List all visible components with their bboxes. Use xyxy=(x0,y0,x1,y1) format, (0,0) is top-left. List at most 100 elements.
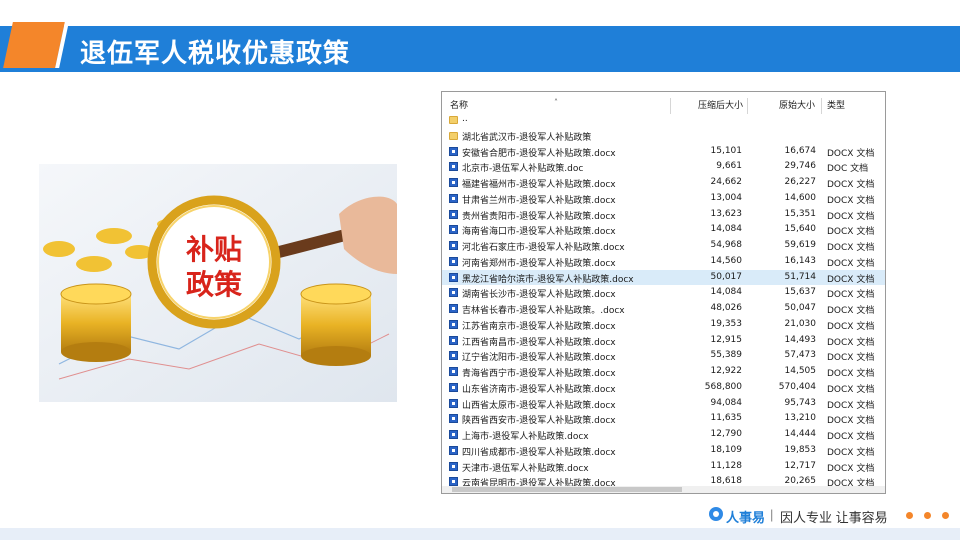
file-row[interactable]: 湖北省武汉市-退役军人补贴政策 xyxy=(442,128,885,144)
file-original-size: 51,714 xyxy=(784,271,817,282)
word-doc-icon xyxy=(449,319,458,329)
file-row[interactable]: 海南省海口市-退役军人补贴政策.docx 14,084 15,640 DOCX 文档 xyxy=(442,222,885,238)
file-row[interactable]: 辽宁省沈阳市-退役军人补贴政策.docx 55,389 57,473 DOCX 文档 xyxy=(442,348,885,364)
file-row[interactable]: 山西省太原市-退役军人补贴政策.docx 94,084 95,743 DOCX 文档 xyxy=(442,396,885,412)
file-compressed-size: 54,968 xyxy=(710,240,743,250)
scrollbar-thumb[interactable] xyxy=(452,487,682,492)
file-original-size: 29,746 xyxy=(784,161,817,172)
file-type: DOCX 文档 xyxy=(827,321,875,332)
file-original-size: 15,637 xyxy=(784,287,817,298)
file-compressed-size: 11,635 xyxy=(710,413,743,424)
file-compressed-size: 55,389 xyxy=(710,350,743,361)
word-doc-icon xyxy=(449,146,458,156)
file-name: 安徽省合肥市-退役军人补贴政策.docx xyxy=(462,148,616,159)
file-compressed-size: 14,084 xyxy=(710,224,743,235)
file-type: DOCX 文档 xyxy=(827,432,875,442)
file-row[interactable]: 湖南省长沙市-退役军人补贴政策.docx 14,084 15,637 DOCX 文档 xyxy=(442,285,885,301)
folder-icon xyxy=(449,131,458,140)
file-type: DOCX 文档 xyxy=(827,258,875,269)
word-doc-icon xyxy=(449,162,458,172)
horizontal-scrollbar[interactable] xyxy=(442,486,885,493)
file-original-size: 14,600 xyxy=(784,192,817,203)
file-row[interactable]: 黑龙江省哈尔滨市-退役军人补贴政策.docx 50,017 51,714 DOCX 文… xyxy=(442,269,885,286)
file-compressed-size: 94,084 xyxy=(710,397,743,408)
file-compressed-size: 11,128 xyxy=(710,460,743,471)
subsidy-policy-photo: 补贴 政策 xyxy=(39,164,397,402)
file-row[interactable]: 陕西省西安市-退役军人补贴政策.docx 11,635 13,210 DOCX 文档 xyxy=(442,411,885,427)
file-name: 北京市-退伍军人补贴政策.doc xyxy=(462,164,584,175)
file-original-size: 14,444 xyxy=(784,429,817,439)
file-row[interactable]: 江苏省南京市-退役军人补贴政策.docx 19,353 21,030 DOCX 文档 xyxy=(442,317,885,333)
file-row[interactable]: 北京市-退伍军人补贴政策.doc 9,661 29,746 DOC 文档 xyxy=(442,159,885,175)
coins-magnifier-illustration: 补贴 政策 xyxy=(39,164,397,402)
file-row[interactable]: 甘肃省兰州市-退役军人补贴政策.docx 13,004 14,600 DOCX 文档 xyxy=(442,191,885,207)
archive-file-list: ˄ 名称 压缩后大小 原始大小 类型 .. 湖北省武汉市-退役军人补贴政策 安徽省合… xyxy=(441,91,886,494)
word-doc-icon xyxy=(449,241,458,250)
file-row[interactable]: 河北省石家庄市-退役军人补贴政策.docx 54,968 59,619 DOCX 文档 xyxy=(442,238,885,254)
column-header-original-size[interactable]: 原始大小 xyxy=(779,98,815,111)
file-compressed-size: 568,800 xyxy=(704,381,742,392)
file-original-size: 95,743 xyxy=(784,397,817,408)
word-doc-icon xyxy=(449,209,458,219)
file-row[interactable]: .. xyxy=(442,112,885,128)
column-header-compressed-size[interactable]: 压缩后大小 xyxy=(698,98,743,111)
file-name: 河南省郑州市-退役军人补贴政策.docx xyxy=(462,258,616,269)
file-row[interactable]: 四川省成都市-退役军人补贴政策.docx 18,109 19,853 DOCX 文档 xyxy=(442,443,885,459)
file-type: DOCX 文档 xyxy=(827,353,875,364)
file-name: 湖南省长沙市-退役军人补贴政策.docx xyxy=(462,290,616,301)
file-type: DOCX 文档 xyxy=(827,290,875,301)
decor-dot xyxy=(924,512,931,519)
file-name: 湖北省武汉市-退役军人补贴政策 xyxy=(462,132,592,143)
file-row[interactable]: 福建省福州市-退役军人补贴政策.docx 24,662 26,227 DOCX 文档 xyxy=(442,175,885,191)
file-row[interactable]: 河南省郑州市-退役军人补贴政策.docx 14,560 16,143 DOCX 文档 xyxy=(442,254,885,270)
column-header-type[interactable]: 类型 xyxy=(827,98,845,111)
folder-icon xyxy=(449,116,458,124)
file-original-size: 50,047 xyxy=(784,303,817,313)
word-doc-icon xyxy=(449,445,458,455)
file-type: DOCX 文档 xyxy=(827,416,875,427)
file-name: 江西省南昌市-退役军人补贴政策.docx xyxy=(462,337,616,348)
word-doc-icon xyxy=(449,178,458,187)
file-compressed-size: 50,017 xyxy=(710,271,743,282)
file-name: 山东省济南市-退役军人补贴政策.docx xyxy=(462,384,616,395)
brand-slogan: 因人专业 让事容易 xyxy=(780,510,888,525)
file-compressed-size: 9,661 xyxy=(716,161,742,172)
file-compressed-size: 14,084 xyxy=(710,287,743,298)
file-original-size: 15,640 xyxy=(784,224,817,235)
file-name: 黑龙江省哈尔滨市-退役军人补贴政策.docx xyxy=(462,274,634,285)
file-row[interactable]: 天津市-退伍军人补贴政策.docx 11,128 12,717 DOCX 文档 xyxy=(442,459,885,475)
file-row[interactable]: 青海省西宁市-退役军人补贴政策.docx 12,922 14,505 DOCX 文档 xyxy=(442,364,885,380)
file-type: DOCX 文档 xyxy=(827,384,875,395)
file-compressed-size: 12,915 xyxy=(710,334,743,345)
file-original-size: 570,404 xyxy=(778,381,816,392)
file-name: .. xyxy=(462,114,468,124)
file-row[interactable]: 吉林省长春市-退役军人补贴政策。.docx 48,026 50,047 DOCX 文档 xyxy=(442,301,885,317)
file-compressed-size: 13,623 xyxy=(710,208,743,219)
decor-dot xyxy=(942,512,949,519)
file-name: 吉林省长春市-退役军人补贴政策。.docx xyxy=(462,306,625,316)
sign-line-1: 补贴 xyxy=(186,233,242,266)
file-original-size: 57,473 xyxy=(784,350,817,361)
word-doc-icon xyxy=(449,256,458,266)
slide-title: 退伍军人税收优惠政策 xyxy=(80,39,351,69)
file-row[interactable]: 贵州省贵阳市-退役军人补贴政策.docx 13,623 15,351 DOCX 文档 xyxy=(442,207,885,223)
file-type: DOCX 文档 xyxy=(827,306,875,316)
file-type: DOCX 文档 xyxy=(827,243,875,253)
word-doc-icon xyxy=(449,382,458,392)
file-original-size: 12,717 xyxy=(784,460,817,471)
sort-ascending-icon: ˄ xyxy=(554,98,558,107)
file-list-header: ˄ 名称 压缩后大小 原始大小 类型 xyxy=(442,92,885,114)
file-row[interactable]: 江西省南昌市-退役军人补贴政策.docx 12,915 14,493 DOCX 文档 xyxy=(442,333,885,349)
word-doc-icon xyxy=(449,367,458,376)
file-name: 青海省西宁市-退役军人补贴政策.docx xyxy=(462,369,616,379)
file-type: DOCX 文档 xyxy=(827,463,875,474)
file-original-size: 21,030 xyxy=(784,318,817,329)
column-header-name[interactable]: 名称 xyxy=(450,98,468,111)
file-row[interactable]: 安徽省合肥市-退役军人补贴政策.docx 15,101 16,674 DOCX 文档 xyxy=(442,144,885,160)
file-row[interactable]: 上海市-退役军人补贴政策.docx 12,790 14,444 DOCX 文档 xyxy=(442,427,885,443)
file-type: DOCX 文档 xyxy=(827,337,875,348)
file-type: DOCX 文档 xyxy=(827,180,875,190)
file-name: 天津市-退伍军人补贴政策.docx xyxy=(462,463,589,474)
file-type: DOCX 文档 xyxy=(827,400,875,411)
file-row[interactable]: 山东省济南市-退役军人补贴政策.docx 568,800 570,404 DOCX 文… xyxy=(442,380,885,396)
